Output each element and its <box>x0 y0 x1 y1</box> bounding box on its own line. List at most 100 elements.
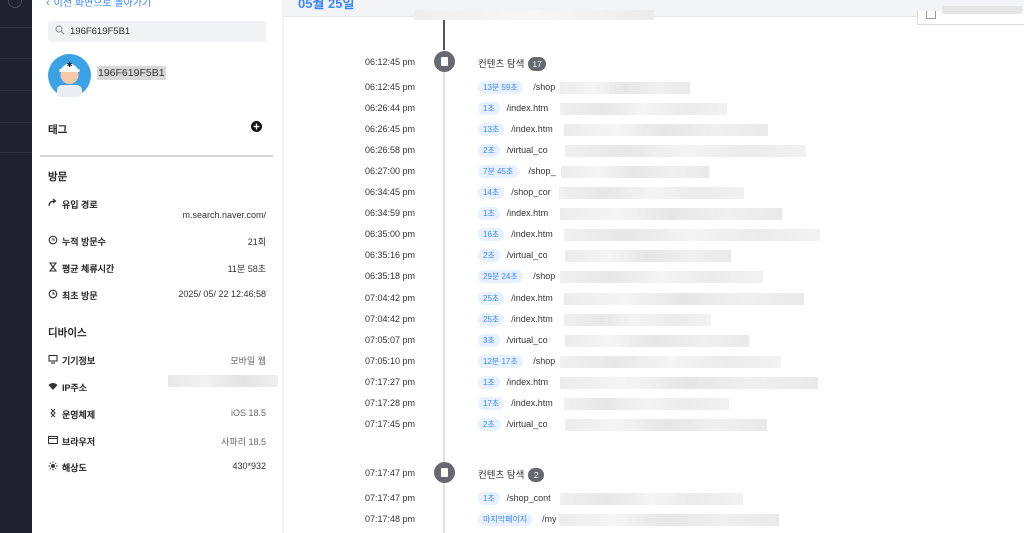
add-tag-icon[interactable] <box>251 121 262 132</box>
activity-timeline: 05월 25일 <box>282 0 1024 533</box>
event-time: 06:27:00 pm <box>365 166 416 177</box>
page-path-link[interactable]: /shop_ <box>529 166 556 176</box>
document-glyph <box>441 468 448 477</box>
device-row-label: 해상도 <box>62 463 87 473</box>
visit-row-label: 평균 체류시간 <box>62 264 115 274</box>
date-range-filter[interactable] <box>917 6 1024 25</box>
duration-badge: 12분 17초 <box>478 354 523 368</box>
group-title: 컨텐츠 탐색 2 <box>478 467 545 482</box>
page-path-link[interactable]: /my <box>542 514 557 524</box>
page-path-redacted <box>565 250 732 263</box>
duration-badge: 3초 <box>478 333 500 347</box>
page-path-redacted <box>560 271 764 284</box>
page-path-link[interactable]: /index.htm <box>511 314 553 324</box>
event-time: 07:17:27 pm <box>365 376 416 387</box>
page-path-redacted <box>565 418 768 431</box>
event-time: 06:35:18 pm <box>365 271 416 282</box>
duration-badge: 마지막페이지 <box>478 513 533 527</box>
rail-divider <box>0 122 32 123</box>
page-path-link[interactable]: /index.htm <box>511 229 553 239</box>
rail-divider <box>0 27 32 28</box>
page-path-link[interactable]: /shop <box>533 356 555 366</box>
page-path-link[interactable]: /shop_cont <box>507 493 551 503</box>
redirect-icon <box>48 198 57 207</box>
event-time: 06:26:45 pm <box>365 124 416 135</box>
document-glyph <box>441 57 448 66</box>
page-path-link[interactable]: /shop <box>533 82 555 92</box>
device-row-browser: 브라우저 사파리 18.5 <box>48 434 266 448</box>
duration-badge: 2초 <box>478 417 500 431</box>
page-path-link[interactable]: /shop <box>533 271 555 281</box>
page-path-redacted <box>560 82 691 94</box>
page-path-redacted <box>559 103 727 116</box>
resolution-value: 430*932 <box>232 461 266 471</box>
duration-badge: 1초 <box>478 375 500 389</box>
event-time: 06:35:00 pm <box>365 229 416 240</box>
document-icon <box>434 51 455 72</box>
referrer-value: m.search.naver.com/ <box>182 210 266 220</box>
event-time: 06:34:45 pm <box>365 187 416 198</box>
group-count-badge: 17 <box>528 57 546 71</box>
timeline-axis-active <box>443 20 445 50</box>
page-path-link[interactable]: /index.htm <box>507 103 549 113</box>
page-path-link[interactable]: /index.htm <box>511 124 553 134</box>
duration-badge: 29분 24초 <box>478 270 523 284</box>
page-path-redacted <box>559 208 782 221</box>
monitor-icon <box>48 354 58 364</box>
group-title-label: 컨텐츠 탐색 <box>478 470 525 481</box>
date-header: 05월 25일 <box>298 0 355 11</box>
visit-row-label: 누적 방문수 <box>62 237 106 247</box>
search-icon <box>55 25 65 35</box>
page-path-link[interactable]: /shop_cor <box>511 187 551 197</box>
group-title: 컨텐츠 탐색 17 <box>478 56 546 71</box>
calendar-icon <box>926 11 936 19</box>
profile-id: 196F619F5B1 <box>97 66 166 80</box>
svg-text:✱: ✱ <box>67 61 73 69</box>
device-row-label: 기기정보 <box>62 356 96 366</box>
duration-badge: 1초 <box>478 102 500 116</box>
search-input[interactable]: 196F619F5B1 <box>48 21 266 42</box>
app-left-rail <box>0 0 32 533</box>
page-path-redacted <box>564 397 730 410</box>
duration-badge: 25초 <box>478 291 505 305</box>
event-time: 06:35:16 pm <box>365 250 416 261</box>
event-time: 07:17:28 pm <box>365 397 416 408</box>
device-row-resolution: 해상도 430*932 <box>48 460 266 474</box>
history-icon <box>48 235 58 245</box>
event-time: 07:17:47 pm <box>365 493 416 503</box>
event-time: 07:05:07 pm <box>365 334 416 345</box>
event-time: 07:17:45 pm <box>365 418 416 429</box>
page-path-link[interactable]: /virtual_co <box>507 145 548 155</box>
event-time: 07:17:48 pm <box>365 514 416 525</box>
device-row-label: IP주소 <box>62 383 88 393</box>
visit-row-count: 누적 방문수 21회 <box>48 234 266 248</box>
page-path-link[interactable]: /index.htm <box>511 398 553 408</box>
device-row-label: 운영체제 <box>62 410 96 420</box>
page-path-link[interactable]: /virtual_co <box>507 419 548 429</box>
page-path-link[interactable]: /index.htm <box>507 208 549 218</box>
rail-icon[interactable] <box>8 0 22 8</box>
device-row-label: 브라우저 <box>62 437 96 447</box>
event-time: 06:12:45 pm <box>365 82 416 92</box>
page-path-link[interactable]: /index.htm <box>507 377 549 387</box>
event-time: 06:34:59 pm <box>365 208 416 219</box>
tag-section-title: 태그 <box>48 124 68 136</box>
page-path-link[interactable]: /virtual_co <box>507 335 548 345</box>
device-row-type: 기기정보 모바일 웹 <box>48 353 266 367</box>
duration-badge: 2초 <box>478 249 500 263</box>
hourglass-icon <box>48 262 58 272</box>
duration-badge: 13초 <box>478 123 505 137</box>
visit-section-title: 방문 <box>48 171 68 183</box>
page-path-link[interactable]: /index.htm <box>511 293 553 303</box>
visit-row-referrer-value: m.search.naver.com/ <box>48 208 266 222</box>
wifi-icon <box>48 383 58 390</box>
device-type-value: 모바일 웹 <box>230 356 266 366</box>
visit-count-value: 21회 <box>247 237 266 247</box>
avg-stay-value: 11분 58초 <box>227 264 266 274</box>
page-path-redacted <box>558 514 779 527</box>
section-divider <box>40 155 273 157</box>
page-path-link[interactable]: /virtual_co <box>507 250 548 260</box>
back-link[interactable]: ‹ 이전 화면으로 돌아가기 <box>46 0 151 9</box>
event-time: 07:05:10 pm <box>365 355 416 366</box>
browser-value: 사파리 18.5 <box>221 437 266 447</box>
